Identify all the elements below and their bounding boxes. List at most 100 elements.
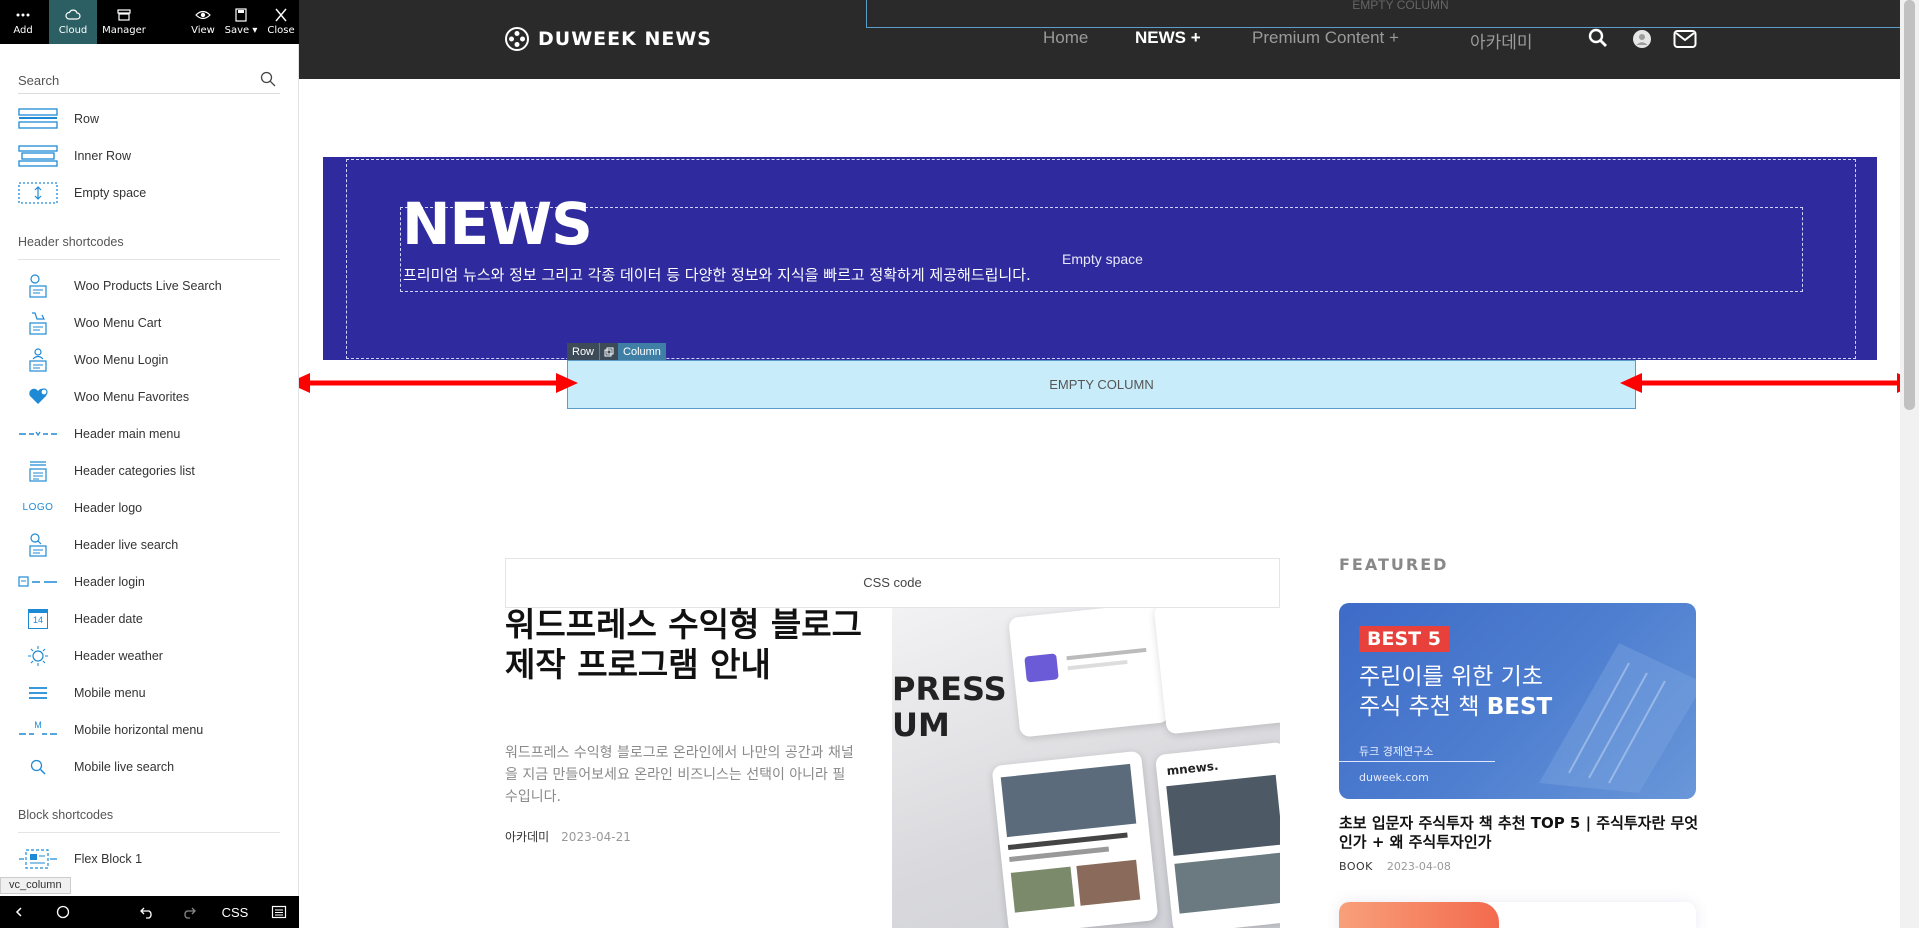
nav-home[interactable]: Home bbox=[1043, 28, 1088, 48]
logo-text: DUWEEK NEWS bbox=[538, 28, 712, 50]
film-reel-icon bbox=[505, 27, 529, 51]
save-label: Save ▾ bbox=[224, 25, 258, 36]
redo-button[interactable] bbox=[174, 896, 204, 928]
circle-icon bbox=[56, 905, 70, 919]
element-header-weather[interactable]: Header weather bbox=[0, 637, 290, 674]
row-control[interactable]: Row bbox=[567, 343, 600, 360]
cloud-button[interactable]: Cloud bbox=[49, 0, 97, 44]
featured-card-next[interactable] bbox=[1339, 902, 1696, 928]
element-woo-menu-favorites[interactable]: Woo Menu Favorites bbox=[0, 378, 290, 415]
user-icon[interactable] bbox=[1633, 30, 1651, 48]
collapse-button[interactable] bbox=[4, 896, 34, 928]
manager-icon bbox=[117, 9, 131, 21]
nav-news[interactable]: NEWS + bbox=[1135, 28, 1201, 48]
featured-card-url: duweek.com bbox=[1359, 771, 1429, 784]
sun-icon bbox=[18, 642, 58, 670]
undo-icon bbox=[140, 907, 152, 919]
element-label: Mobile horizontal menu bbox=[74, 722, 204, 737]
nav-premium-content[interactable]: Premium Content + bbox=[1252, 28, 1399, 48]
calendar-icon: 14 bbox=[18, 605, 58, 633]
element-label: Header logo bbox=[74, 500, 143, 515]
article-title[interactable]: 워드프레스 수익형 블로그 제작 프로그램 안내 bbox=[505, 605, 865, 685]
flex-block-icon bbox=[18, 845, 58, 873]
featured-category[interactable]: BOOK bbox=[1339, 860, 1373, 873]
element-inner-row[interactable]: Inner Row bbox=[0, 137, 290, 174]
element-header-logo[interactable]: LOGO Header logo bbox=[0, 489, 290, 526]
element-empty-space[interactable]: Empty space bbox=[0, 174, 290, 211]
element-label: Header categories list bbox=[74, 463, 195, 478]
element-header-date[interactable]: 14 Header date bbox=[0, 600, 290, 637]
selected-element-tag: vc_column bbox=[0, 877, 71, 894]
element-header-categories-list[interactable]: Header categories list bbox=[0, 452, 290, 489]
element-mobile-horizontal-menu[interactable]: M Mobile horizontal menu bbox=[0, 711, 290, 748]
element-woo-products-live-search[interactable]: Woo Products Live Search bbox=[0, 267, 290, 304]
element-label: Empty space bbox=[74, 185, 147, 200]
calendar-icon-text: 14 bbox=[28, 608, 48, 629]
site-logo[interactable]: DUWEEK NEWS bbox=[504, 26, 712, 52]
css-button[interactable]: CSS bbox=[218, 896, 252, 928]
element-woo-menu-login[interactable]: Woo Menu Login bbox=[0, 341, 290, 378]
add-label: Add bbox=[13, 25, 33, 36]
article-image[interactable]: PRESS UM mnews. bbox=[892, 608, 1280, 928]
redo-icon bbox=[184, 907, 196, 919]
panel-toolbar: Add Cloud Manager View Save ▾ Close bbox=[0, 0, 299, 44]
element-header-main-menu[interactable]: Header main menu bbox=[0, 415, 290, 452]
hero-title: NEWS bbox=[402, 190, 593, 258]
nav-academy[interactable]: 아카데미 bbox=[1470, 28, 1533, 53]
element-panel: Add Cloud Manager View Save ▾ Close Row bbox=[0, 0, 299, 928]
element-row[interactable]: Row bbox=[0, 100, 290, 137]
save-button[interactable]: Save ▾ bbox=[222, 0, 260, 44]
article-image-text-2: UM bbox=[892, 706, 950, 744]
view-label: View bbox=[191, 25, 215, 36]
list-icon bbox=[271, 905, 287, 919]
element-search-input[interactable] bbox=[18, 70, 248, 90]
featured-title[interactable]: 초보 입문자 주식투자 책 추천 TOP 5 | 주식투자란 무엇인가 + 왜 … bbox=[1339, 814, 1699, 852]
element-label: Woo Products Live Search bbox=[74, 278, 222, 293]
settings-list-button[interactable] bbox=[264, 896, 294, 928]
woo-search-icon bbox=[18, 272, 58, 300]
scrollbar-thumb[interactable] bbox=[1904, 0, 1915, 410]
column-control[interactable]: Column bbox=[618, 343, 666, 360]
element-label: Mobile menu bbox=[74, 685, 146, 700]
search-icon[interactable] bbox=[1588, 28, 1608, 48]
element-label: Header weather bbox=[74, 648, 163, 663]
featured-card-line1: 주린이를 위한 기초 bbox=[1359, 664, 1543, 690]
element-header-login[interactable]: Header login bbox=[0, 563, 290, 600]
element-mobile-menu[interactable]: Mobile menu bbox=[0, 674, 290, 711]
hero-subtitle: 프리미엄 뉴스와 정보 그리고 각종 데이터 등 다양한 정보와 지식을 빠르고… bbox=[403, 266, 1031, 284]
mail-icon[interactable] bbox=[1673, 29, 1697, 49]
site-header: DUWEEK NEWS Home NEWS + Premium Content … bbox=[299, 0, 1919, 79]
logo-icon-text: LOGO bbox=[22, 502, 54, 513]
copy-control[interactable] bbox=[599, 343, 619, 360]
row-icon bbox=[18, 105, 58, 133]
cart-icon bbox=[18, 309, 58, 337]
featured-card-org: 듀크 경제연구소 bbox=[1359, 745, 1434, 758]
element-mobile-live-search[interactable]: Mobile live search bbox=[0, 748, 290, 785]
add-button[interactable]: Add bbox=[0, 0, 46, 44]
css-code-block[interactable]: CSS code bbox=[505, 558, 1280, 608]
close-button[interactable]: Close bbox=[264, 0, 298, 44]
manager-button[interactable]: Manager bbox=[99, 0, 149, 44]
categories-icon bbox=[18, 457, 58, 485]
featured-card-image[interactable]: BEST 5 주린이를 위한 기초 주식 추천 책 BEST 듀크 경제연구소 … bbox=[1339, 603, 1696, 799]
element-label: Header login bbox=[74, 574, 145, 589]
top-empty-column[interactable]: EMPTY COLUMN bbox=[866, 0, 1919, 28]
chevron-left-icon bbox=[15, 907, 22, 917]
page-scrollbar[interactable] bbox=[1900, 0, 1919, 928]
preview-button[interactable] bbox=[48, 896, 78, 928]
element-label: Header live search bbox=[74, 537, 179, 552]
featured-card-line2-prefix: 주식 추천 책 bbox=[1359, 694, 1487, 720]
element-label: Woo Menu Login bbox=[74, 352, 169, 367]
empty-column[interactable]: EMPTY COLUMN bbox=[567, 360, 1636, 409]
element-woo-menu-cart[interactable]: Woo Menu Cart bbox=[0, 304, 290, 341]
manager-label: Manager bbox=[102, 25, 146, 36]
element-header-live-search[interactable]: Header live search bbox=[0, 526, 290, 563]
search-icon[interactable] bbox=[260, 71, 276, 87]
view-button[interactable]: View bbox=[187, 0, 219, 44]
undo-button[interactable] bbox=[132, 896, 162, 928]
element-label: Mobile live search bbox=[74, 759, 175, 774]
article-category[interactable]: 아카데미 bbox=[505, 830, 549, 844]
element-flex-block-1[interactable]: Flex Block 1 bbox=[0, 840, 290, 877]
featured-heading: FEATURED bbox=[1339, 555, 1449, 574]
featured-card-line2-bold: BEST bbox=[1486, 694, 1553, 720]
